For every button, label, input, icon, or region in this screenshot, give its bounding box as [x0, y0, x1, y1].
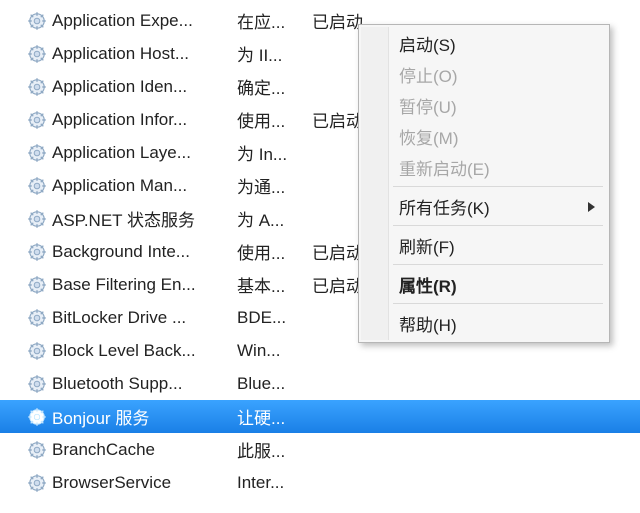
service-gear-icon: [28, 441, 46, 459]
menu-all-tasks-label: 所有任务(K): [399, 194, 490, 219]
service-gear-icon: [28, 144, 46, 162]
menu-pause[interactable]: 暂停(U): [361, 90, 607, 121]
menu-help-label: 帮助(H): [399, 311, 457, 336]
service-name-cell: Base Filtering En...: [52, 275, 237, 295]
menu-resume[interactable]: 恢复(M): [361, 121, 607, 152]
menu-properties-label: 属性(R): [399, 272, 457, 297]
service-context-menu: 启动(S) 停止(O) 暂停(U) 恢复(M) 重新启动(E) 所有任务(K) …: [358, 24, 610, 343]
service-desc-cell: 使用...: [237, 107, 312, 132]
service-gear-icon: [28, 408, 46, 426]
service-gear-icon: [28, 474, 46, 492]
service-name-cell: Application Iden...: [52, 77, 237, 97]
menu-restart-label: 重新启动(E): [399, 155, 490, 180]
service-name-cell: BranchCache: [52, 440, 237, 460]
menu-separator: [361, 183, 607, 191]
submenu-arrow-icon: [588, 202, 595, 212]
menu-pause-label: 暂停(U): [399, 93, 457, 118]
menu-restart[interactable]: 重新启动(E): [361, 152, 607, 183]
service-name-cell: Bonjour 服务: [52, 404, 237, 429]
service-gear-icon: [28, 210, 46, 228]
service-name-cell: Application Laye...: [52, 143, 237, 163]
service-desc-cell: 在应...: [237, 8, 312, 33]
menu-separator: [361, 222, 607, 230]
service-gear-icon: [28, 309, 46, 327]
service-gear-icon: [28, 342, 46, 360]
service-name-cell: BrowserService: [52, 473, 237, 493]
service-name-cell: Application Infor...: [52, 110, 237, 130]
menu-start-label: 启动(S): [399, 31, 456, 56]
service-row[interactable]: BrowserServiceInter...: [0, 466, 640, 499]
service-gear-icon: [28, 78, 46, 96]
service-gear-icon: [28, 375, 46, 393]
service-name-cell: BitLocker Drive ...: [52, 308, 237, 328]
service-name-cell: Bluetooth Supp...: [52, 374, 237, 394]
service-desc-cell: Inter...: [237, 473, 312, 493]
menu-stop-label: 停止(O): [399, 62, 458, 87]
service-name-cell: Block Level Back...: [52, 341, 237, 361]
menu-refresh-label: 刷新(F): [399, 233, 455, 258]
menu-separator: [361, 261, 607, 269]
service-desc-cell: Win...: [237, 341, 312, 361]
service-desc-cell: 确定...: [237, 74, 312, 99]
service-desc-cell: BDE...: [237, 308, 312, 328]
services-list-panel: Application Expe...在应...已启动Application H…: [0, 0, 640, 513]
service-gear-icon: [28, 45, 46, 63]
service-row[interactable]: Bluetooth Supp...Blue...: [0, 367, 640, 400]
service-name-cell: Background Inte...: [52, 242, 237, 262]
service-desc-cell: 基本...: [237, 272, 312, 297]
menu-resume-label: 恢复(M): [399, 124, 458, 149]
service-desc-cell: 为 A...: [237, 206, 312, 231]
service-desc-cell: 为通...: [237, 173, 312, 198]
menu-start[interactable]: 启动(S): [361, 28, 607, 59]
service-desc-cell: 为 In...: [237, 140, 312, 165]
menu-all-tasks[interactable]: 所有任务(K): [361, 191, 607, 222]
service-gear-icon: [28, 177, 46, 195]
service-name-cell: Application Expe...: [52, 11, 237, 31]
service-desc-cell: 让硬...: [237, 404, 312, 429]
menu-separator: [361, 300, 607, 308]
service-desc-cell: Blue...: [237, 374, 312, 394]
service-name-cell: Application Host...: [52, 44, 237, 64]
service-desc-cell: 此服...: [237, 437, 312, 462]
menu-properties[interactable]: 属性(R): [361, 269, 607, 300]
service-gear-icon: [28, 111, 46, 129]
menu-refresh[interactable]: 刷新(F): [361, 230, 607, 261]
service-gear-icon: [28, 12, 46, 30]
service-row[interactable]: BranchCache此服...: [0, 433, 640, 466]
menu-help[interactable]: 帮助(H): [361, 308, 607, 339]
service-desc-cell: 使用...: [237, 239, 312, 264]
service-row[interactable]: Bonjour 服务让硬...: [0, 400, 640, 433]
menu-stop[interactable]: 停止(O): [361, 59, 607, 90]
service-name-cell: ASP.NET 状态服务: [52, 206, 237, 231]
service-gear-icon: [28, 276, 46, 294]
service-name-cell: Application Man...: [52, 176, 237, 196]
service-desc-cell: 为 II...: [237, 41, 312, 66]
service-gear-icon: [28, 243, 46, 261]
